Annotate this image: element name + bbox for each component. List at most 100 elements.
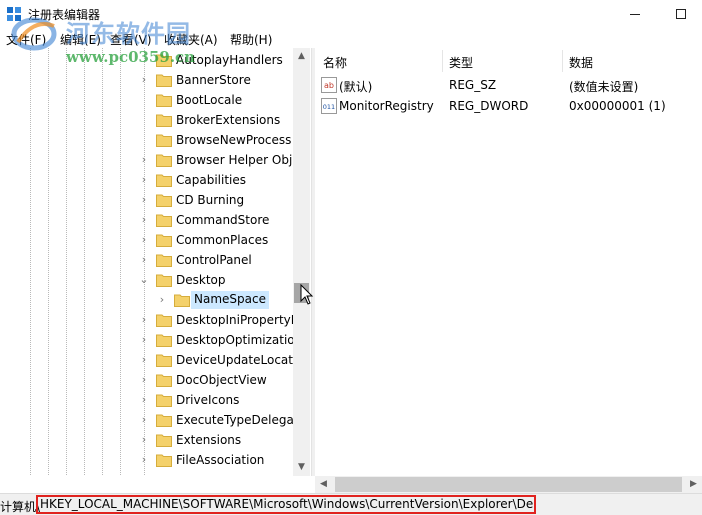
expand-chevron-icon[interactable]: › bbox=[138, 434, 150, 446]
values-list-pane[interactable]: 名称 类型 数据 ab (默认) REG_SZ (数值未设置) 011 Moni… bbox=[315, 48, 702, 476]
expand-chevron-icon[interactable]: › bbox=[138, 454, 150, 466]
scroll-up-arrow-icon[interactable]: ▲ bbox=[293, 48, 310, 65]
tree-item[interactable]: › Capabilities bbox=[0, 170, 292, 190]
menu-edit[interactable]: 编辑(E) bbox=[60, 31, 101, 48]
tree-item[interactable]: › ExecuteTypeDelegat bbox=[0, 410, 299, 430]
folder-icon bbox=[156, 414, 172, 427]
tree-item[interactable]: ⌄ Desktop bbox=[0, 270, 292, 290]
collapse-chevron-icon[interactable]: ⌄ bbox=[138, 274, 150, 286]
minimize-icon bbox=[630, 13, 640, 15]
status-prefix: 计算机\ bbox=[0, 500, 41, 514]
tree-vertical-scrollbar[interactable]: ▲ ▼ bbox=[293, 48, 310, 476]
scroll-down-arrow-icon[interactable]: ▼ bbox=[293, 459, 310, 476]
tree-item[interactable]: BootLocale bbox=[0, 90, 292, 110]
folder-icon bbox=[156, 234, 172, 247]
registry-path[interactable]: HKEY_LOCAL_MACHINE\SOFTWARE\Microsoft\Wi… bbox=[36, 495, 536, 514]
menu-view[interactable]: 查看(V) bbox=[110, 31, 152, 48]
tree-item[interactable]: › DriveIcons bbox=[0, 390, 292, 410]
string-value-icon: ab bbox=[321, 77, 337, 93]
value-type: REG_SZ bbox=[449, 78, 497, 92]
tree-item[interactable]: › DesktopOptimizatio bbox=[0, 330, 295, 350]
tree-item[interactable]: › Browser Helper Obj bbox=[0, 150, 292, 170]
regedit-app-icon bbox=[7, 7, 21, 21]
maximize-icon bbox=[676, 9, 686, 19]
expand-chevron-icon[interactable]: › bbox=[156, 294, 168, 306]
tree-item-label: CD Burning bbox=[176, 193, 245, 207]
expand-chevron-icon[interactable]: › bbox=[138, 334, 150, 346]
tree-item[interactable]: › BannerStore bbox=[0, 70, 292, 90]
tree-item-label: DesktopIniPropertyI bbox=[176, 313, 295, 327]
expand-chevron-icon[interactable]: › bbox=[138, 374, 150, 386]
tree-item-label: Desktop bbox=[176, 273, 226, 287]
tree-item-label: BrokerExtensions bbox=[176, 113, 281, 127]
value-row[interactable]: 011 MonitorRegistry REG_DWORD 0x00000001… bbox=[315, 96, 702, 117]
tree-item-label: CommonPlaces bbox=[176, 233, 269, 247]
expand-chevron-icon[interactable]: › bbox=[138, 414, 150, 426]
tree-item[interactable]: › ControlPanel bbox=[0, 250, 292, 270]
tree-item-label: NameSpace bbox=[191, 291, 269, 309]
status-bar: 计算机\ HKEY_LOCAL_MACHINE\SOFTWARE\Microso… bbox=[0, 493, 702, 515]
tree-item[interactable]: › DocObjectView bbox=[0, 370, 292, 390]
minimize-button[interactable] bbox=[612, 0, 658, 28]
value-data: (数值未设置) bbox=[569, 80, 639, 94]
menu-file[interactable]: 文件(F) bbox=[6, 31, 46, 48]
menu-help[interactable]: 帮助(H) bbox=[230, 31, 272, 48]
folder-icon bbox=[156, 54, 172, 67]
expand-chevron-icon[interactable]: › bbox=[138, 154, 150, 166]
folder-icon bbox=[156, 214, 172, 227]
value-name: (默认) bbox=[339, 80, 373, 94]
menu-favorites[interactable]: 收藏夹(A) bbox=[164, 31, 218, 48]
expand-chevron-icon[interactable]: › bbox=[138, 74, 150, 86]
maximize-button[interactable] bbox=[658, 0, 702, 28]
tree-item[interactable]: › NameSpace bbox=[0, 290, 292, 310]
expand-chevron-icon[interactable]: › bbox=[138, 394, 150, 406]
tree-item[interactable]: › CD Burning bbox=[0, 190, 292, 210]
column-header-name[interactable]: 名称 bbox=[323, 54, 347, 71]
folder-icon bbox=[156, 154, 172, 167]
tree-item[interactable]: › Extensions bbox=[0, 430, 292, 450]
scroll-left-arrow-icon[interactable]: ◀ bbox=[315, 476, 332, 493]
expand-chevron-icon[interactable]: › bbox=[138, 254, 150, 266]
column-header-type[interactable]: 类型 bbox=[449, 54, 473, 71]
tree-item[interactable]: BrokerExtensions bbox=[0, 110, 292, 130]
tree-item-label: FileAssociation bbox=[176, 453, 265, 467]
folder-icon bbox=[156, 254, 172, 267]
window-title: 注册表编辑器 bbox=[28, 8, 101, 22]
column-header-data[interactable]: 数据 bbox=[569, 54, 593, 71]
expand-chevron-icon[interactable]: › bbox=[138, 314, 150, 326]
expand-chevron-icon[interactable]: › bbox=[138, 354, 150, 366]
tree-item-label: ControlPanel bbox=[176, 253, 252, 267]
tree-item[interactable]: › CommonPlaces bbox=[0, 230, 292, 250]
tree-item-label: AutoplayHandlers bbox=[176, 53, 283, 67]
folder-icon bbox=[156, 394, 172, 407]
menu-bar: 文件(F) 编辑(E) 查看(V) 收藏夹(A) 帮助(H) bbox=[0, 28, 702, 48]
column-divider[interactable] bbox=[562, 50, 563, 72]
folder-icon bbox=[156, 74, 172, 87]
folder-icon bbox=[156, 134, 172, 147]
tree-item-label: CommandStore bbox=[176, 213, 270, 227]
value-row[interactable]: ab (默认) REG_SZ (数值未设置) bbox=[315, 75, 702, 96]
list-horizontal-scrollbar[interactable]: ◀ ▶ bbox=[315, 476, 702, 493]
folder-icon bbox=[174, 294, 190, 307]
tree-item[interactable]: › DesktopIniPropertyI bbox=[0, 310, 295, 330]
expand-chevron-icon[interactable]: › bbox=[138, 194, 150, 206]
scroll-right-arrow-icon[interactable]: ▶ bbox=[685, 476, 702, 493]
column-divider[interactable] bbox=[442, 50, 443, 72]
tree-item[interactable]: › CommandStore bbox=[0, 210, 292, 230]
tree-item-label: DriveIcons bbox=[176, 393, 240, 407]
expand-chevron-icon[interactable]: › bbox=[138, 234, 150, 246]
tree-item[interactable]: › DeviceUpdateLocati bbox=[0, 350, 296, 370]
key-tree-pane[interactable]: AutoplayHandlers › BannerStore BootLocale Br… bbox=[0, 48, 311, 476]
folder-icon bbox=[156, 334, 172, 347]
expand-chevron-icon[interactable]: › bbox=[138, 174, 150, 186]
tree-item-label: BannerStore bbox=[176, 73, 251, 87]
tree-item-label: BootLocale bbox=[176, 93, 243, 107]
tree-item[interactable]: › FileAssociation bbox=[0, 450, 292, 470]
tree-item-label: Extensions bbox=[176, 433, 242, 447]
list-scroll-thumb[interactable] bbox=[335, 477, 682, 492]
title-bar: 注册表编辑器 bbox=[0, 0, 702, 28]
expand-chevron-icon[interactable]: › bbox=[138, 214, 150, 226]
tree-item[interactable]: AutoplayHandlers bbox=[0, 50, 292, 70]
tree-item[interactable]: BrowseNewProcess bbox=[0, 130, 292, 150]
folder-icon bbox=[156, 374, 172, 387]
